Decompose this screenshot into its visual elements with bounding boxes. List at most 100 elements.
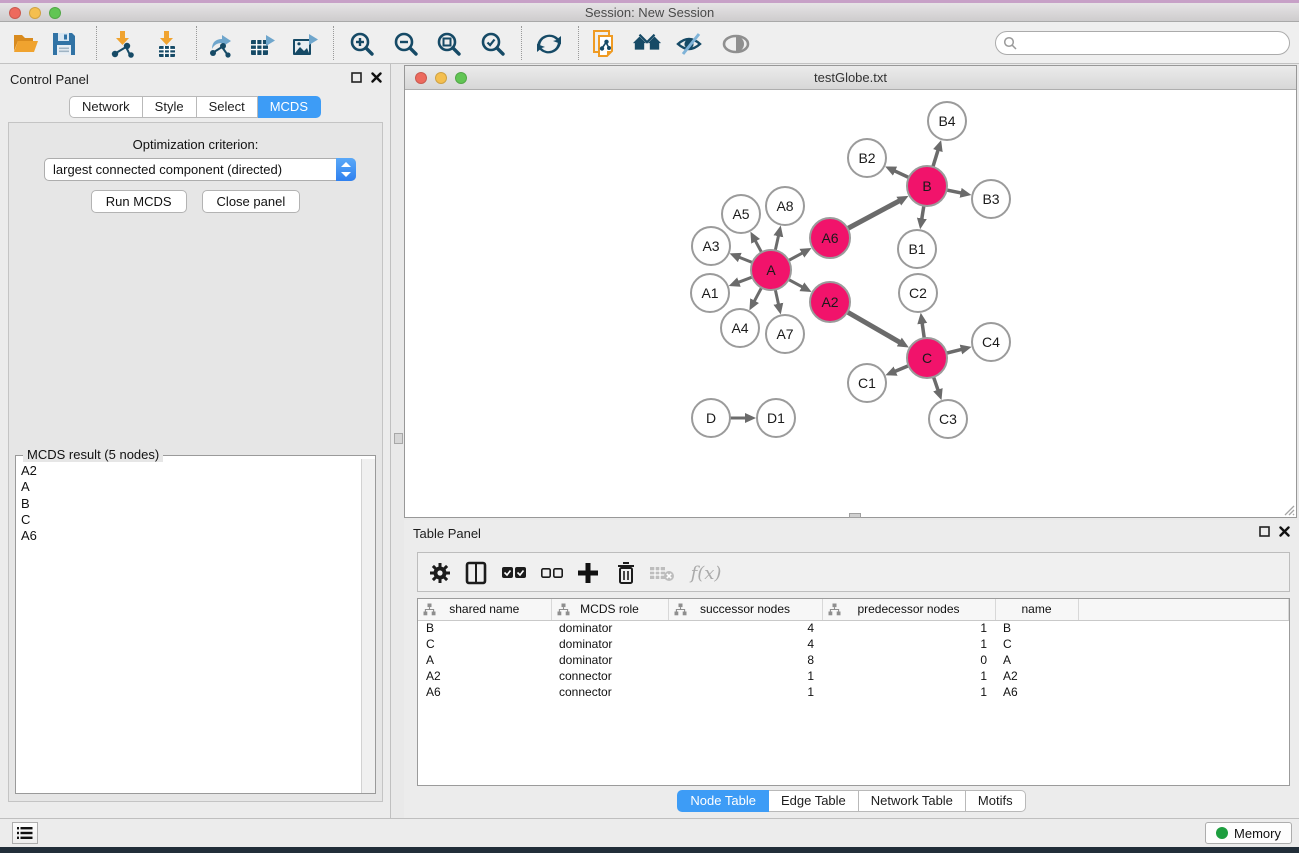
network-window-titlebar[interactable]: testGlobe.txt [405, 66, 1296, 90]
node-C3[interactable]: C3 [929, 400, 967, 438]
column-header-MCDS-role[interactable]: MCDS role [551, 599, 668, 620]
table-row[interactable]: Adominator80A [418, 652, 1289, 668]
network-scrollbar-handle[interactable] [849, 513, 861, 518]
tab-network-table[interactable]: Network Table [859, 790, 966, 812]
show-hide-graphics-details-icon[interactable] [675, 29, 705, 59]
close-table-panel-icon[interactable] [1279, 526, 1290, 537]
export-network-icon[interactable] [207, 29, 237, 59]
main-titlebar: Session: New Session [0, 3, 1299, 22]
node-A8[interactable]: A8 [766, 187, 804, 225]
delete-columns-icon[interactable] [612, 559, 640, 587]
import-table-from-file-icon[interactable] [151, 29, 181, 59]
node-A4[interactable]: A4 [721, 309, 759, 347]
node-A1[interactable]: A1 [691, 274, 729, 312]
export-image-icon[interactable] [291, 29, 321, 59]
svg-text:A6: A6 [821, 230, 838, 246]
first-neighbors-icon[interactable] [632, 29, 662, 59]
memory-status-icon [1216, 827, 1228, 839]
node-C2[interactable]: C2 [899, 274, 937, 312]
node-A2[interactable]: A2 [810, 282, 850, 322]
close-panel-icon[interactable] [371, 72, 382, 83]
result-item[interactable]: C [21, 512, 361, 528]
tab-node-table[interactable]: Node Table [677, 790, 769, 812]
deselect-all-rows-icon[interactable] [538, 559, 566, 587]
svg-text:A: A [766, 262, 776, 278]
search-input[interactable] [995, 31, 1290, 55]
tab-motifs[interactable]: Motifs [966, 790, 1026, 812]
node-B[interactable]: B [907, 166, 947, 206]
table-toolbar: f(x) [417, 552, 1290, 592]
table-row[interactable]: A2connector11A2 [418, 668, 1289, 684]
import-network-from-file-icon[interactable] [107, 29, 137, 59]
open-session-icon[interactable] [11, 29, 41, 59]
network-window-title: testGlobe.txt [405, 70, 1296, 85]
zoom-fit-content-icon[interactable] [434, 29, 464, 59]
tab-edge-table[interactable]: Edge Table [769, 790, 859, 812]
node-table[interactable]: shared nameMCDS rolesuccessor nodesprede… [417, 598, 1290, 786]
apply-preferred-layout-icon[interactable] [534, 29, 564, 59]
tab-select[interactable]: Select [197, 96, 258, 118]
result-item[interactable]: B [21, 496, 361, 512]
tab-network[interactable]: Network [69, 96, 143, 118]
zoom-selected-region-icon[interactable] [478, 29, 508, 59]
node-C1[interactable]: C1 [848, 364, 886, 402]
result-item[interactable]: A2 [21, 463, 361, 479]
node-D1[interactable]: D1 [757, 399, 795, 437]
svg-text:A7: A7 [776, 326, 793, 342]
table-header-row[interactable]: shared nameMCDS rolesuccessor nodesprede… [418, 599, 1289, 620]
column-header-successor-nodes[interactable]: successor nodes [668, 599, 822, 620]
network-canvas[interactable]: B4 B2 B B3 A8A5 A6 A3 B1 A A1 C2 A2 A4 A7 C4 C C1 C3 D D1 [405, 90, 1296, 517]
svg-text:D1: D1 [767, 410, 785, 426]
node-B2[interactable]: B2 [848, 139, 886, 177]
task-history-button[interactable] [12, 822, 38, 844]
node-A6[interactable]: A6 [810, 218, 850, 258]
mcds-result-group: MCDS result (5 nodes) A2ABCA6 [15, 455, 376, 794]
node-B1[interactable]: B1 [898, 230, 936, 268]
node-B4[interactable]: B4 [928, 102, 966, 140]
save-session-icon[interactable] [49, 29, 79, 59]
zoom-out-icon[interactable] [391, 29, 421, 59]
select-all-rows-icon[interactable] [500, 559, 528, 587]
toolbar-separator [521, 26, 522, 60]
table-row[interactable]: A6connector11A6 [418, 684, 1289, 700]
resize-grip-icon[interactable] [1282, 503, 1295, 516]
node-C[interactable]: C [907, 338, 947, 378]
node-A3[interactable]: A3 [692, 227, 730, 265]
birdseye-view-icon[interactable] [721, 29, 751, 59]
add-column-icon[interactable] [574, 559, 602, 587]
delete-table-icon[interactable] [648, 559, 676, 587]
result-item[interactable]: A6 [21, 528, 361, 544]
zoom-in-icon[interactable] [347, 29, 377, 59]
node-A[interactable]: A [751, 250, 791, 290]
result-item[interactable]: A [21, 479, 361, 495]
criterion-select[interactable]: largest connected component (directed) [44, 158, 356, 181]
node-A5[interactable]: A5 [722, 195, 760, 233]
tab-style[interactable]: Style [143, 96, 197, 118]
export-table-icon[interactable] [249, 29, 279, 59]
panel-splitter-handle[interactable] [394, 433, 403, 444]
node-B3[interactable]: B3 [972, 180, 1010, 218]
node-D[interactable]: D [692, 399, 730, 437]
column-header-shared-name[interactable]: shared name [418, 599, 551, 620]
memory-button[interactable]: Memory [1205, 822, 1292, 844]
show-columns-icon[interactable] [462, 559, 490, 587]
search-icon [1003, 36, 1018, 51]
table-tabs: Node TableEdge TableNetwork TableMotifs [404, 790, 1299, 812]
table-row[interactable]: Cdominator41C [418, 636, 1289, 652]
duplicate-network-icon[interactable] [591, 29, 621, 59]
result-scrollbar[interactable] [361, 459, 375, 793]
svg-text:B1: B1 [908, 241, 925, 257]
table-settings-icon[interactable] [426, 559, 454, 587]
mcds-result-list[interactable]: A2ABCA6 [16, 459, 361, 793]
close-panel-button[interactable]: Close panel [202, 190, 301, 213]
column-header-name[interactable]: name [995, 599, 1078, 620]
tab-mcds[interactable]: MCDS [258, 96, 321, 118]
node-A7[interactable]: A7 [766, 315, 804, 353]
table-row[interactable]: Bdominator41B [418, 620, 1289, 636]
node-C4[interactable]: C4 [972, 323, 1010, 361]
run-mcds-button[interactable]: Run MCDS [91, 190, 187, 213]
float-table-panel-icon[interactable] [1259, 526, 1270, 537]
column-header-predecessor-nodes[interactable]: predecessor nodes [822, 599, 995, 620]
float-panel-icon[interactable] [351, 72, 362, 83]
function-builder-icon[interactable]: f(x) [686, 559, 726, 587]
